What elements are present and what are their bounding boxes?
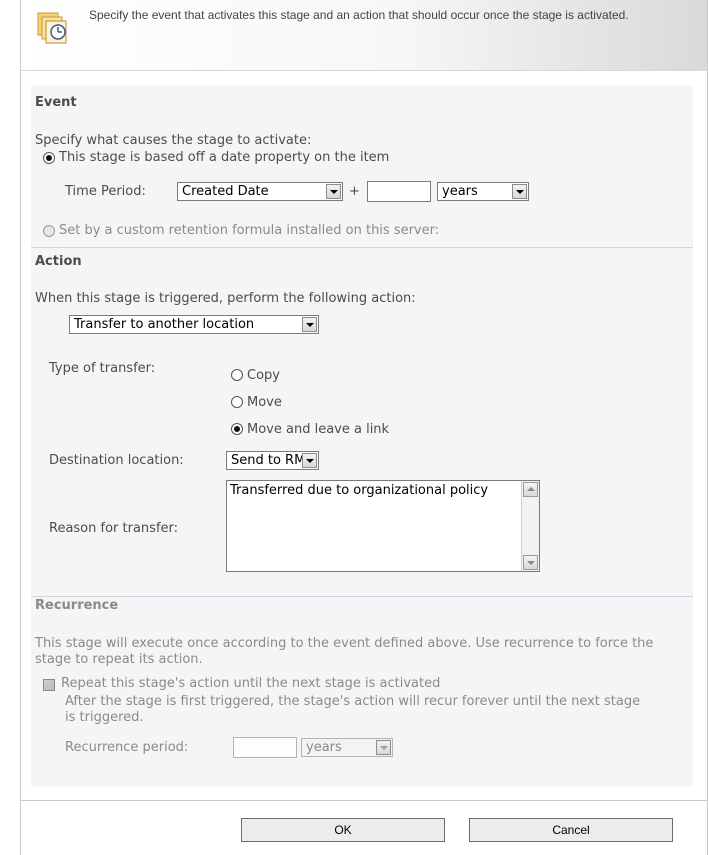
action-select[interactable]: Transfer to another location [69, 315, 319, 334]
repeat-note: After the stage is first triggered, the … [65, 694, 641, 725]
date-property-radio[interactable] [43, 152, 55, 164]
transfer-move-radio[interactable] [231, 396, 243, 408]
chevron-down-icon[interactable] [512, 184, 527, 199]
dialog-frame: Specify the event that activates this st… [20, 0, 708, 855]
event-section-title: Event [35, 95, 77, 110]
date-property-option-label: This stage is based off a date property … [59, 150, 390, 165]
recurrence-unit-value: years [306, 740, 342, 755]
destination-select[interactable]: Send to RM [226, 451, 319, 470]
calendar-clock-icon [37, 12, 67, 44]
reason-text: Transferred due to organizational policy [230, 483, 489, 498]
recurrence-period-label: Recurrence period: [65, 740, 189, 755]
info-bar: Specify the event that activates this st… [21, 0, 707, 71]
chevron-down-icon[interactable] [326, 184, 341, 199]
action-prompt: When this stage is triggered, perform th… [35, 291, 416, 306]
reason-textarea[interactable]: Transferred due to organizational policy [226, 480, 540, 572]
event-prompt: Specify what causes the stage to activat… [35, 133, 312, 148]
destination-label: Destination location: [49, 453, 184, 468]
scroll-up-icon[interactable] [523, 482, 538, 497]
unit-select[interactable]: years [437, 182, 529, 201]
info-text: Specify the event that activates this st… [89, 8, 629, 22]
cancel-button[interactable]: Cancel [469, 818, 673, 842]
action-section-title: Action [35, 254, 82, 269]
footer-divider [21, 800, 707, 801]
ok-button[interactable]: OK [241, 818, 445, 842]
destination-value: Send to RM [231, 453, 306, 468]
recurrence-description: This stage will execute once according t… [35, 636, 654, 667]
transfer-copy-radio[interactable] [231, 369, 243, 381]
offset-input[interactable] [367, 181, 431, 202]
custom-formula-radio[interactable] [43, 225, 55, 237]
repeat-checkbox[interactable] [43, 679, 55, 691]
scroll-down-icon[interactable] [523, 555, 538, 570]
reason-label: Reason for transfer: [49, 521, 179, 536]
date-property-select[interactable]: Created Date [177, 182, 343, 201]
transfer-move-link-label: Move and leave a link [247, 422, 390, 437]
date-property-value: Created Date [182, 184, 269, 199]
textarea-scrollbar[interactable] [521, 481, 539, 571]
settings-panel: Event Specify what causes the stage to a… [31, 85, 693, 787]
custom-formula-option-label: Set by a custom retention formula instal… [59, 223, 440, 238]
transfer-move-label: Move [247, 395, 282, 410]
unit-value: years [442, 184, 478, 199]
chevron-down-icon[interactable] [376, 740, 391, 755]
transfer-type-label: Type of transfer: [49, 361, 156, 376]
chevron-down-icon[interactable] [302, 317, 317, 332]
transfer-copy-label: Copy [247, 368, 280, 383]
chevron-down-icon[interactable] [302, 453, 317, 468]
repeat-label: Repeat this stage's action until the nex… [61, 676, 441, 691]
time-period-label: Time Period: [65, 184, 146, 199]
plus-sign: + [349, 184, 360, 199]
recurrence-period-input[interactable] [233, 737, 297, 758]
section-divider [31, 247, 693, 248]
recurrence-unit-select[interactable]: years [301, 738, 393, 757]
section-divider [31, 596, 693, 597]
recurrence-section-title: Recurrence [35, 598, 119, 613]
transfer-move-link-radio[interactable] [231, 423, 243, 435]
action-select-value: Transfer to another location [74, 317, 255, 332]
